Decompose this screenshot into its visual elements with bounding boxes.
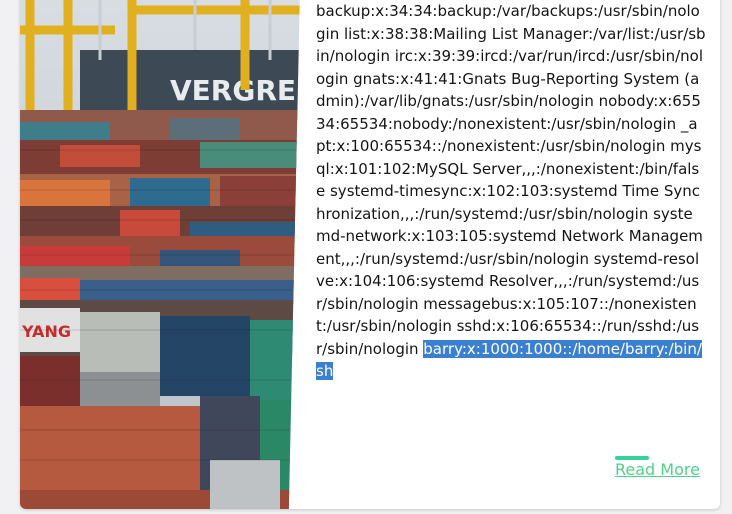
blog-post-card: VERGRE YANG backup:x:34:34:backup:/var/b…	[20, 0, 720, 509]
passwd-file-output: backup:x:34:34:backup:/var/backups:/usr/…	[316, 0, 706, 383]
read-more-link[interactable]: Read More	[615, 460, 700, 479]
excerpt-text: backup:x:34:34:backup:/var/backups:/usr/…	[316, 2, 706, 358]
post-thumbnail[interactable]: VERGRE YANG	[20, 0, 300, 509]
container-lettering: YANG	[21, 322, 71, 341]
post-excerpt: backup:x:34:34:backup:/var/backups:/usr/…	[316, 0, 706, 383]
container-port-photo: VERGRE YANG	[20, 0, 300, 509]
ship-name-lettering: VERGRE	[170, 74, 296, 107]
